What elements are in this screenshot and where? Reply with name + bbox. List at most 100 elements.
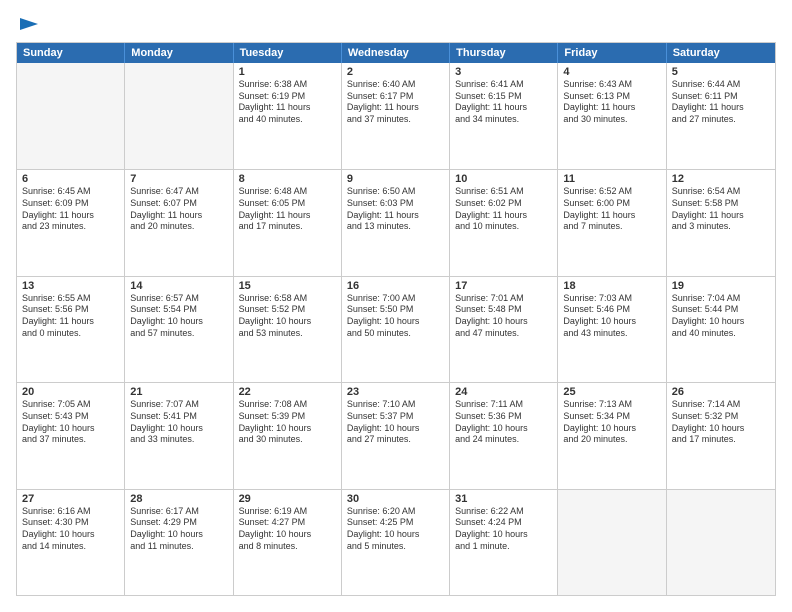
day-header-monday: Monday (125, 43, 233, 63)
cell-info-line: Sunrise: 7:05 AM (22, 399, 119, 411)
day-number: 15 (239, 280, 336, 292)
cell-info-line: Sunrise: 7:04 AM (672, 293, 770, 305)
day-cell-8: 8Sunrise: 6:48 AMSunset: 6:05 PMDaylight… (234, 170, 342, 275)
cell-info-line: Sunset: 5:48 PM (455, 304, 552, 316)
day-cell-18: 18Sunrise: 7:03 AMSunset: 5:46 PMDayligh… (558, 277, 666, 382)
day-number: 3 (455, 66, 552, 78)
cell-info-line: and 1 minute. (455, 541, 552, 553)
cell-info-line: Daylight: 10 hours (130, 316, 227, 328)
day-cell-25: 25Sunrise: 7:13 AMSunset: 5:34 PMDayligh… (558, 383, 666, 488)
cell-info-line: Sunset: 6:17 PM (347, 91, 444, 103)
day-cell-5: 5Sunrise: 6:44 AMSunset: 6:11 PMDaylight… (667, 63, 775, 169)
cell-info-line: Daylight: 11 hours (672, 210, 770, 222)
cell-info-line: Sunset: 6:05 PM (239, 198, 336, 210)
day-cell-14: 14Sunrise: 6:57 AMSunset: 5:54 PMDayligh… (125, 277, 233, 382)
day-number: 14 (130, 280, 227, 292)
cell-info-line: Sunrise: 7:10 AM (347, 399, 444, 411)
cell-info-line: Sunset: 5:44 PM (672, 304, 770, 316)
day-number: 25 (563, 386, 660, 398)
cell-info-line: and 3 minutes. (672, 221, 770, 233)
logo (16, 16, 40, 34)
day-cell-23: 23Sunrise: 7:10 AMSunset: 5:37 PMDayligh… (342, 383, 450, 488)
cell-info-line: Daylight: 10 hours (672, 316, 770, 328)
cell-info-line: Sunset: 6:07 PM (130, 198, 227, 210)
header (16, 16, 776, 34)
day-cell-4: 4Sunrise: 6:43 AMSunset: 6:13 PMDaylight… (558, 63, 666, 169)
cell-info-line: Sunrise: 7:08 AM (239, 399, 336, 411)
cell-info-line: Sunrise: 7:14 AM (672, 399, 770, 411)
cell-info-line: Sunrise: 6:41 AM (455, 79, 552, 91)
empty-cell (667, 490, 775, 595)
cell-info-line: Sunrise: 6:58 AM (239, 293, 336, 305)
cell-info-line: and 13 minutes. (347, 221, 444, 233)
cell-info-line: and 5 minutes. (347, 541, 444, 553)
day-header-wednesday: Wednesday (342, 43, 450, 63)
cell-info-line: Daylight: 10 hours (239, 423, 336, 435)
cell-info-line: Daylight: 11 hours (22, 210, 119, 222)
day-number: 4 (563, 66, 660, 78)
day-cell-24: 24Sunrise: 7:11 AMSunset: 5:36 PMDayligh… (450, 383, 558, 488)
cell-info-line: Sunrise: 6:19 AM (239, 506, 336, 518)
cell-info-line: and 27 minutes. (347, 434, 444, 446)
week-row-1: 1Sunrise: 6:38 AMSunset: 6:19 PMDaylight… (17, 63, 775, 169)
day-cell-2: 2Sunrise: 6:40 AMSunset: 6:17 PMDaylight… (342, 63, 450, 169)
empty-cell (17, 63, 125, 169)
week-row-3: 13Sunrise: 6:55 AMSunset: 5:56 PMDayligh… (17, 276, 775, 382)
day-number: 23 (347, 386, 444, 398)
day-number: 29 (239, 493, 336, 505)
cell-info-line: Sunrise: 6:20 AM (347, 506, 444, 518)
cell-info-line: Daylight: 11 hours (672, 102, 770, 114)
cell-info-line: Sunrise: 6:16 AM (22, 506, 119, 518)
calendar-header: SundayMondayTuesdayWednesdayThursdayFrid… (17, 43, 775, 63)
day-cell-28: 28Sunrise: 6:17 AMSunset: 4:29 PMDayligh… (125, 490, 233, 595)
cell-info-line: Sunrise: 6:17 AM (130, 506, 227, 518)
cell-info-line: Daylight: 11 hours (239, 102, 336, 114)
day-number: 5 (672, 66, 770, 78)
day-cell-20: 20Sunrise: 7:05 AMSunset: 5:43 PMDayligh… (17, 383, 125, 488)
cell-info-line: Daylight: 10 hours (239, 316, 336, 328)
cell-info-line: Daylight: 10 hours (22, 423, 119, 435)
cell-info-line: Daylight: 10 hours (239, 529, 336, 541)
week-row-5: 27Sunrise: 6:16 AMSunset: 4:30 PMDayligh… (17, 489, 775, 595)
cell-info-line: and 40 minutes. (672, 328, 770, 340)
cell-info-line: Sunset: 5:39 PM (239, 411, 336, 423)
calendar-body: 1Sunrise: 6:38 AMSunset: 6:19 PMDaylight… (17, 63, 775, 595)
cell-info-line: Sunset: 5:37 PM (347, 411, 444, 423)
day-cell-15: 15Sunrise: 6:58 AMSunset: 5:52 PMDayligh… (234, 277, 342, 382)
day-number: 11 (563, 173, 660, 185)
cell-info-line: and 24 minutes. (455, 434, 552, 446)
cell-info-line: Sunrise: 6:52 AM (563, 186, 660, 198)
cell-info-line: Sunset: 6:19 PM (239, 91, 336, 103)
cell-info-line: and 20 minutes. (563, 434, 660, 446)
day-number: 18 (563, 280, 660, 292)
day-number: 22 (239, 386, 336, 398)
cell-info-line: Daylight: 11 hours (455, 210, 552, 222)
week-row-4: 20Sunrise: 7:05 AMSunset: 5:43 PMDayligh… (17, 382, 775, 488)
calendar: SundayMondayTuesdayWednesdayThursdayFrid… (16, 42, 776, 596)
empty-cell (558, 490, 666, 595)
cell-info-line: and 8 minutes. (239, 541, 336, 553)
cell-info-line: Sunset: 5:58 PM (672, 198, 770, 210)
day-cell-19: 19Sunrise: 7:04 AMSunset: 5:44 PMDayligh… (667, 277, 775, 382)
cell-info-line: Daylight: 10 hours (347, 529, 444, 541)
cell-info-line: and 0 minutes. (22, 328, 119, 340)
day-number: 30 (347, 493, 444, 505)
cell-info-line: Daylight: 10 hours (130, 529, 227, 541)
cell-info-line: Daylight: 10 hours (455, 423, 552, 435)
cell-info-line: and 23 minutes. (22, 221, 119, 233)
cell-info-line: Sunrise: 7:01 AM (455, 293, 552, 305)
cell-info-line: Sunset: 6:15 PM (455, 91, 552, 103)
cell-info-line: Sunset: 6:00 PM (563, 198, 660, 210)
cell-info-line: and 50 minutes. (347, 328, 444, 340)
cell-info-line: Sunrise: 6:54 AM (672, 186, 770, 198)
cell-info-line: Sunrise: 6:45 AM (22, 186, 119, 198)
cell-info-line: and 10 minutes. (455, 221, 552, 233)
day-cell-31: 31Sunrise: 6:22 AMSunset: 4:24 PMDayligh… (450, 490, 558, 595)
cell-info-line: Daylight: 10 hours (563, 316, 660, 328)
day-cell-17: 17Sunrise: 7:01 AMSunset: 5:48 PMDayligh… (450, 277, 558, 382)
cell-info-line: Sunrise: 6:57 AM (130, 293, 227, 305)
cell-info-line: Daylight: 10 hours (455, 316, 552, 328)
day-cell-3: 3Sunrise: 6:41 AMSunset: 6:15 PMDaylight… (450, 63, 558, 169)
cell-info-line: and 27 minutes. (672, 114, 770, 126)
cell-info-line: and 37 minutes. (22, 434, 119, 446)
